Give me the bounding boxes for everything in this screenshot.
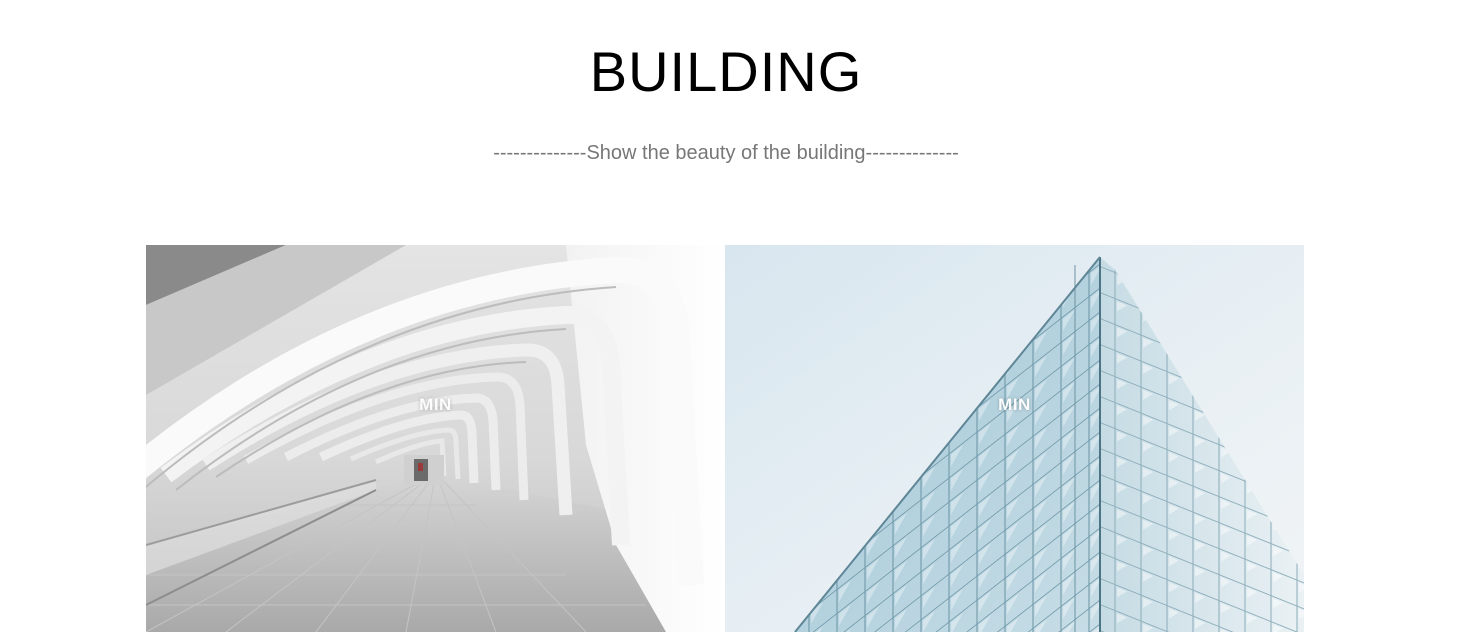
page: BUILDING --------------Show the beauty o… — [0, 0, 1474, 632]
image-gallery: MIN MIN — [146, 245, 1304, 632]
gallery-card-glass[interactable]: MIN — [725, 245, 1304, 632]
page-subtitle: --------------Show the beauty of the bui… — [493, 142, 959, 164]
card-label: MIN — [419, 395, 452, 414]
page-title: BUILDING — [589, 40, 863, 103]
gallery-card-corridor[interactable]: MIN — [146, 245, 725, 632]
card-label: MIN — [998, 395, 1031, 414]
corridor-image — [146, 245, 725, 632]
glass-building-image — [725, 245, 1304, 632]
